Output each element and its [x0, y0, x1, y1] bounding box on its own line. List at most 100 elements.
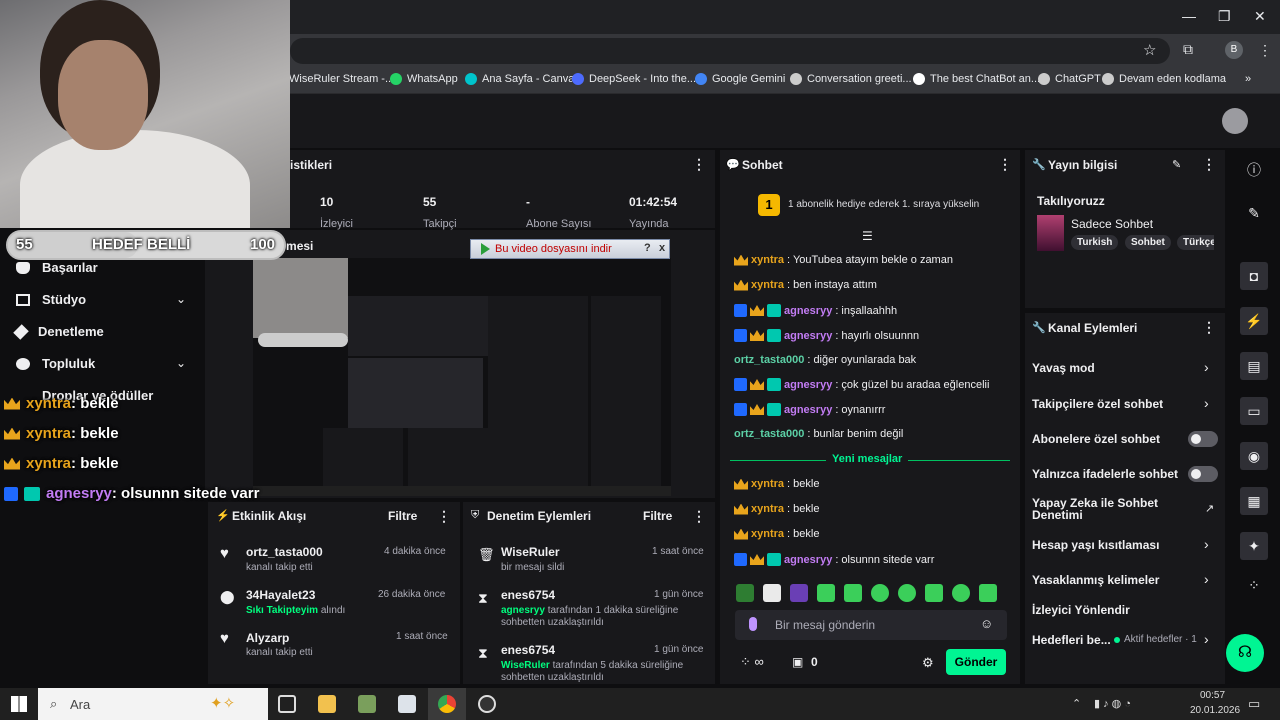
- activity-user[interactable]: ortz_tasta000: [246, 545, 323, 559]
- stream-preview[interactable]: [253, 258, 671, 496]
- lightning-icon[interactable]: ⚡: [1240, 307, 1268, 335]
- emote-only-toggle[interactable]: [1188, 466, 1218, 482]
- taskbar-time[interactable]: 00:57: [1200, 690, 1225, 701]
- bookmark[interactable]: The best ChatBot an...: [913, 73, 1040, 85]
- category-thumbnail[interactable]: [1037, 215, 1064, 251]
- external-link-icon[interactable]: ↗: [1205, 502, 1214, 515]
- tray-chevron-icon[interactable]: ⌃: [1072, 697, 1081, 710]
- points-icon[interactable]: ⁘: [1244, 577, 1264, 597]
- emote-icon[interactable]: [790, 584, 808, 602]
- user-avatar[interactable]: [1222, 108, 1248, 134]
- emote-icon[interactable]: [817, 584, 835, 602]
- address-bar[interactable]: [290, 38, 1170, 64]
- windows-start-icon[interactable]: [11, 696, 27, 712]
- chat-icon[interactable]: ▭: [1240, 397, 1268, 425]
- wrench-icon[interactable]: ✦: [1240, 532, 1268, 560]
- tag-chip[interactable]: Turkish: [1071, 235, 1119, 250]
- download-video-bar[interactable]: Bu video dosyasını indir ? x: [470, 239, 670, 259]
- bookmark[interactable]: DeepSeek - Into the...: [572, 73, 696, 85]
- file-explorer-icon[interactable]: [318, 695, 336, 713]
- task-view-icon[interactable]: [278, 695, 296, 713]
- chat-input[interactable]: Bir mesaj gönderin ☺: [735, 610, 1007, 640]
- mod-user[interactable]: enes6754: [501, 588, 555, 602]
- more-icon[interactable]: ⋮: [692, 508, 706, 525]
- pencil-icon[interactable]: ✎: [1244, 205, 1264, 225]
- action-slow-mode[interactable]: Yavaş mod: [1032, 361, 1095, 375]
- chevron-down-icon[interactable]: ⌄: [176, 356, 186, 370]
- close-icon[interactable]: x: [659, 242, 665, 254]
- extensions-icon[interactable]: ⧉: [1183, 41, 1193, 58]
- emote-icon[interactable]: [925, 584, 943, 602]
- subscribers-only-toggle[interactable]: [1188, 431, 1218, 447]
- chevron-right-icon[interactable]: ›: [1204, 536, 1209, 552]
- store-icon[interactable]: [398, 695, 416, 713]
- help-icon[interactable]: ?: [644, 242, 651, 254]
- chevron-right-icon[interactable]: ›: [1204, 395, 1209, 411]
- mod-user[interactable]: enes6754: [501, 643, 555, 657]
- action-followers-only[interactable]: Takipçilere özel sohbet: [1032, 397, 1163, 411]
- bookmark[interactable]: Ana Sayfa - Canva: [465, 73, 574, 85]
- more-icon[interactable]: ⋮: [1202, 156, 1216, 173]
- nav-moderation[interactable]: Denetleme: [13, 323, 104, 340]
- more-bookmarks-icon[interactable]: »: [1245, 73, 1251, 85]
- chevron-down-icon[interactable]: ⌄: [176, 292, 186, 306]
- collapse-icon[interactable]: ☰: [862, 229, 873, 243]
- tag-chip[interactable]: Sohbet: [1125, 235, 1171, 250]
- activity-user[interactable]: 34Hayalet23: [246, 588, 315, 602]
- headset-button[interactable]: ☊: [1226, 634, 1264, 672]
- tag-chip[interactable]: Türkçe: [1177, 235, 1214, 250]
- activity-user[interactable]: Alyzarp: [246, 631, 289, 645]
- nav-studio[interactable]: Stüdyo: [16, 292, 86, 307]
- emote-icon[interactable]: [952, 584, 970, 602]
- notification-icon[interactable]: ▭: [1248, 696, 1260, 712]
- taskbar-date[interactable]: 20.01.2026: [1190, 705, 1240, 716]
- gift-icon[interactable]: ▣: [792, 655, 803, 669]
- emote-icon[interactable]: [736, 584, 754, 602]
- bookmark[interactable]: Google Gemini: [695, 73, 785, 85]
- settings-gear-icon[interactable]: ⚙: [922, 655, 934, 671]
- maximize-icon[interactable]: ❐: [1218, 8, 1231, 25]
- bookmark[interactable]: WiseRuler Stream -...: [289, 73, 394, 85]
- more-icon[interactable]: ⋮: [437, 508, 451, 525]
- emote-icon[interactable]: [763, 584, 781, 602]
- minimize-icon[interactable]: —: [1182, 8, 1196, 24]
- broadcast-icon[interactable]: ◉: [1240, 442, 1268, 470]
- more-icon[interactable]: ⋮: [1202, 319, 1216, 336]
- obs-icon[interactable]: [478, 695, 496, 713]
- info-icon[interactable]: ⓘ: [1244, 160, 1264, 180]
- emoji-icon[interactable]: ☺: [980, 616, 993, 631]
- emote-icon[interactable]: [979, 584, 997, 602]
- activity-filter[interactable]: Filtre: [388, 509, 417, 523]
- mod-filter[interactable]: Filtre: [643, 509, 672, 523]
- bookmark[interactable]: Conversation greeti...: [790, 73, 912, 85]
- bookmark[interactable]: Devam eden kodlama: [1102, 73, 1226, 85]
- category-name[interactable]: Sadece Sohbet: [1071, 217, 1153, 231]
- action-account-age[interactable]: Hesap yaşı kısıtlaması: [1032, 538, 1159, 552]
- nav-community[interactable]: Topluluk: [16, 356, 95, 371]
- channel-points-icon[interactable]: ⁘ ∞: [740, 654, 764, 670]
- emote-icon[interactable]: [871, 584, 889, 602]
- app-icon[interactable]: [358, 695, 376, 713]
- microphone-icon[interactable]: [749, 617, 757, 631]
- nav-achievements[interactable]: Başarılar: [16, 260, 98, 275]
- bookmark[interactable]: ChatGPT: [1038, 73, 1101, 85]
- taskbar-search[interactable]: ⌕ Ara ✦✧: [38, 688, 268, 720]
- browser-menu-icon[interactable]: ⋮: [1258, 42, 1272, 59]
- clip-icon[interactable]: ◘: [1240, 262, 1268, 290]
- edit-icon[interactable]: ✎: [1172, 158, 1181, 171]
- chrome-icon[interactable]: [438, 695, 456, 713]
- emote-icon[interactable]: [898, 584, 916, 602]
- chevron-right-icon[interactable]: ›: [1204, 631, 1209, 647]
- chevron-right-icon[interactable]: ›: [1204, 571, 1209, 587]
- notes-icon[interactable]: ▤: [1240, 352, 1268, 380]
- bookmark[interactable]: WhatsApp: [390, 73, 458, 85]
- emote-icon[interactable]: [844, 584, 862, 602]
- chevron-right-icon[interactable]: ›: [1204, 359, 1209, 375]
- action-banned-words[interactable]: Yasaklanmış kelimeler: [1032, 573, 1159, 587]
- mod-user[interactable]: WiseRuler: [501, 545, 560, 559]
- layout-icon[interactable]: ▦: [1240, 487, 1268, 515]
- action-raid[interactable]: İzleyici Yönlendir: [1032, 603, 1130, 617]
- action-ai-moderation[interactable]: Yapay Zeka ile Sohbet Denetimi: [1032, 497, 1182, 521]
- more-icon[interactable]: ⋮: [692, 156, 706, 173]
- profile-avatar[interactable]: B: [1225, 41, 1243, 59]
